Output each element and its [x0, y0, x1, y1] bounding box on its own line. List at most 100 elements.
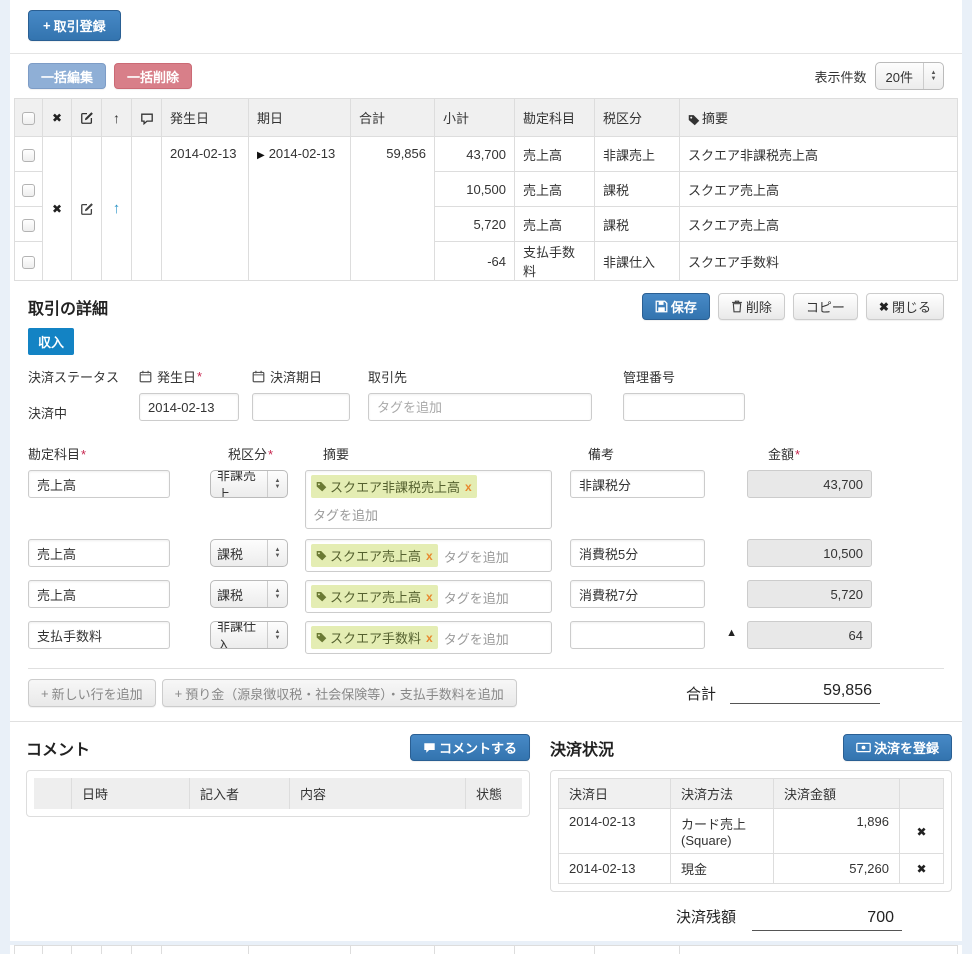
tag-add-placeholder[interactable]: タグを追加 [444, 588, 509, 607]
note-input[interactable] [570, 539, 705, 567]
add-row-button[interactable]: + 新しい行を追加 [28, 679, 156, 707]
tag-add-placeholder[interactable]: タグを追加 [444, 629, 509, 648]
grid-footer: + 新しい行を追加 + 預り金（源泉徴収税・社会保険等）・支払手数料を追加 合計… [10, 669, 962, 707]
row-checkbox[interactable] [22, 256, 35, 269]
add-comment-button[interactable]: コメントする [410, 734, 530, 761]
display-count-select[interactable]: 20件 ▲▼ [875, 62, 944, 90]
comments-header-status: 状態 [466, 778, 522, 809]
row-checkbox[interactable] [22, 184, 35, 197]
topbar: + 取引登録 [10, 0, 962, 54]
bulk-delete-button[interactable]: 一括削除 [114, 63, 192, 89]
payments-section: 決済状況 決済を登録 決済日 決済方法 決済金額 [530, 734, 954, 935]
amount-input [747, 470, 872, 498]
toolbar: 一括編集 一括削除 表示件数 20件 ▲▼ [10, 54, 962, 98]
tag-icon [688, 114, 700, 126]
display-count-label: 表示件数 [815, 67, 867, 86]
comments-header-datetime: 日時 [72, 778, 190, 809]
payment-status-value: 決済中 [28, 403, 125, 422]
required-mark: * [197, 369, 202, 384]
grid-header-amount: 金額* [768, 444, 800, 463]
register-transaction-button[interactable]: + 取引登録 [28, 10, 121, 41]
edit-column-icon [72, 99, 102, 137]
transaction-row: ✖ ↑ 2014-02-13 ▶2014-02-13 59,856 43,700… [15, 137, 958, 172]
close-button[interactable]: ✖ 閉じる [866, 293, 944, 320]
payment-method: 現金 [671, 854, 774, 884]
next-table-sliver [10, 945, 962, 954]
account-input[interactable] [28, 539, 170, 567]
tax-select[interactable]: 非課売上 ▲▼ [210, 470, 288, 498]
payment-method: カード売上 (Square) [671, 809, 774, 854]
total-value: 59,856 [730, 682, 880, 704]
edit-row-icon[interactable] [72, 137, 102, 281]
delete-column-icon: ✖ [52, 111, 62, 125]
save-button[interactable]: 保存 [642, 293, 710, 320]
summary-tag: スクエア非課税売上高 x [311, 475, 477, 498]
remove-tag-icon[interactable]: x [465, 480, 472, 494]
cell-tax: 非課売上 [595, 137, 680, 172]
remove-tag-icon[interactable]: x [426, 590, 433, 604]
total-label: 合計 [686, 683, 716, 704]
summary-tag-box[interactable]: スクエア非課税売上高 x タグを追加 [305, 470, 552, 529]
account-input[interactable] [28, 580, 170, 608]
delete-payment-icon[interactable]: ✖ [916, 862, 926, 876]
note-input[interactable] [570, 621, 705, 649]
tax-select[interactable]: 課税 ▲▼ [210, 580, 288, 608]
comment-column-icon [132, 99, 162, 137]
summary-tag-box[interactable]: スクエア売上高 x タグを追加 [305, 539, 552, 572]
detail-title: 取引の詳細 [28, 295, 108, 319]
management-number-input[interactable] [623, 393, 745, 421]
transactions-header-row: ✖ ↑ 発生日 期日 合計 小計 勘定科目 税区分 摘要 [15, 99, 958, 137]
delete-button[interactable]: 削除 [718, 293, 785, 320]
grid-header-tax: 税区分* [228, 444, 288, 463]
line-item-row: 課税 ▲▼ スクエア売上高 x タグを追加 [28, 539, 944, 572]
tax-select[interactable]: 非課仕入 ▲▼ [210, 621, 288, 649]
management-number-label: 管理番号 [623, 367, 745, 386]
remaining-value: 700 [752, 909, 902, 931]
tag-add-placeholder[interactable]: タグを追加 [444, 547, 509, 566]
select-arrows-icon: ▲▼ [267, 471, 287, 497]
comments-box: 日時 記入者 内容 状態 [26, 770, 530, 817]
payment-due-input[interactable] [252, 393, 350, 421]
calendar-icon [252, 370, 265, 383]
tax-select[interactable]: 課税 ▲▼ [210, 539, 288, 567]
summary-tag-box[interactable]: スクエア手数料 x タグを追加 [305, 621, 552, 654]
calendar-icon [139, 370, 152, 383]
tag-add-placeholder[interactable]: タグを追加 [313, 505, 546, 524]
select-all-checkbox[interactable] [22, 112, 35, 125]
account-input[interactable] [28, 621, 170, 649]
bulk-edit-button[interactable]: 一括編集 [28, 63, 106, 89]
line-item-row: 非課仕入 ▲▼ スクエア手数料 x タグを追加 ▲ [28, 621, 944, 654]
payment-date: 2014-02-13 [559, 809, 671, 854]
row-checkbox[interactable] [22, 149, 35, 162]
select-arrows-icon: ▲▼ [267, 540, 287, 566]
occur-date-input[interactable] [139, 393, 239, 421]
money-icon [856, 742, 871, 753]
summary-tag: スクエア売上高 x [311, 585, 438, 608]
amount-input [747, 621, 872, 649]
add-deposit-button[interactable]: + 預り金（源泉徴収税・社会保険等）・支払手数料を追加 [162, 679, 517, 707]
sort-arrow-icon: ↑ [113, 110, 120, 126]
detail-fields: 決済ステータス 決済中 発生日* 決済期日 取引先 [10, 355, 962, 422]
line-item-row: 課税 ▲▼ スクエア売上高 x タグを追加 [28, 580, 944, 613]
amount-input [747, 580, 872, 608]
partner-input[interactable] [368, 393, 592, 421]
note-input[interactable] [570, 470, 705, 498]
remove-tag-icon[interactable]: x [426, 549, 433, 563]
delete-payment-icon[interactable]: ✖ [916, 825, 926, 839]
cell-summary: スクエア売上高 [680, 172, 958, 207]
account-input[interactable] [28, 470, 170, 498]
delete-row-icon[interactable]: ✖ [52, 202, 62, 216]
cell-tax: 非課仕入 [595, 242, 680, 281]
remove-tag-icon[interactable]: x [426, 631, 433, 645]
cell-summary: スクエア手数料 [680, 242, 958, 281]
comments-title: コメント [26, 736, 90, 760]
note-input[interactable] [570, 580, 705, 608]
payments-header-amount: 決済金額 [774, 779, 900, 809]
register-payment-button[interactable]: 決済を登録 [843, 734, 952, 761]
copy-button[interactable]: コピー [793, 293, 858, 320]
cell-due-date[interactable]: ▶2014-02-13 [249, 137, 351, 281]
summary-tag-box[interactable]: スクエア売上高 x タグを追加 [305, 580, 552, 613]
payments-header-row: 決済日 決済方法 決済金額 [559, 779, 944, 809]
row-checkbox[interactable] [22, 219, 35, 232]
header-due-date: 期日 [249, 99, 351, 137]
